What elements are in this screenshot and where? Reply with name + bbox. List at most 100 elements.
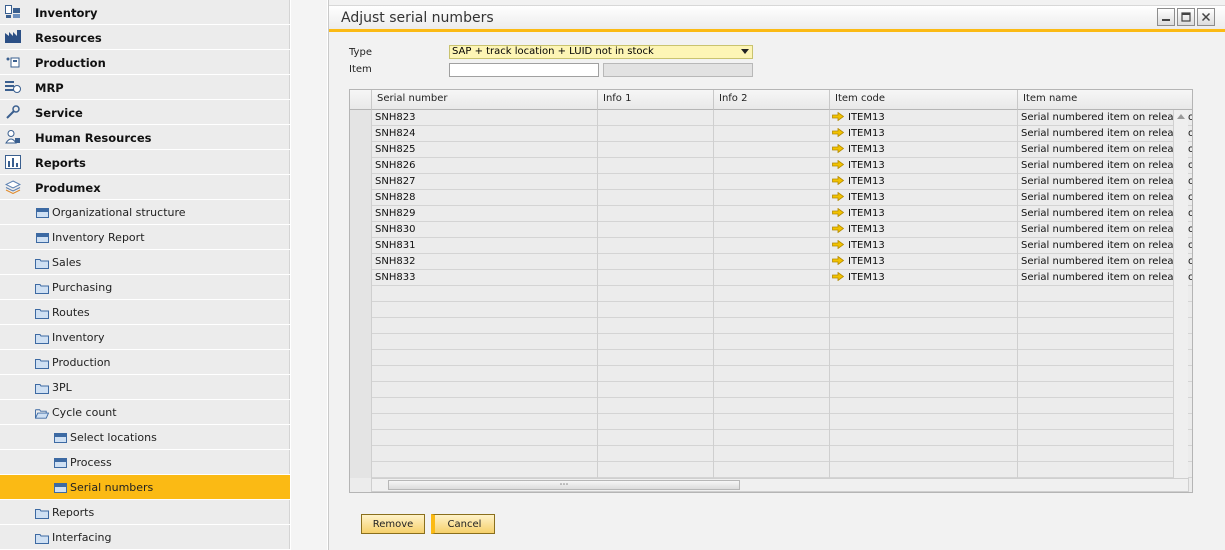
item-name-cell[interactable]: Serial numbered item on release only — [1018, 206, 1192, 222]
serial-number-cell[interactable]: SNH823 — [372, 110, 598, 126]
item-code-cell[interactable]: ITEM13 — [830, 270, 1018, 286]
table-row[interactable]: SNH830 ITEM13 Serial numbered item on rele… — [350, 222, 1192, 238]
table-row[interactable] — [350, 286, 1192, 302]
link-arrow-icon[interactable] — [832, 224, 844, 233]
sidebar-item-production[interactable]: Production — [0, 50, 290, 75]
serial-number-cell[interactable]: SNH830 — [372, 222, 598, 238]
serial-number-cell[interactable]: SNH824 — [372, 126, 598, 142]
item-name-cell[interactable] — [1018, 446, 1192, 462]
info-2-cell[interactable] — [714, 222, 830, 238]
link-arrow-icon[interactable] — [832, 208, 844, 217]
item-code-cell[interactable]: ITEM13 — [830, 206, 1018, 222]
item-code-cell[interactable]: ITEM13 — [830, 254, 1018, 270]
row-header[interactable] — [350, 222, 372, 238]
row-header[interactable] — [350, 190, 372, 206]
row-header[interactable] — [350, 398, 372, 414]
table-row[interactable]: SNH833 ITEM13 Serial numbered item on rele… — [350, 270, 1192, 286]
sidebar-item-serial-numbers[interactable]: Serial numbers — [0, 475, 290, 500]
serial-number-cell[interactable] — [372, 430, 598, 446]
sidebar-item-cycle-count[interactable]: Cycle count — [0, 400, 290, 425]
row-header[interactable] — [350, 254, 372, 270]
link-arrow-icon[interactable] — [832, 160, 844, 169]
item-name-cell[interactable] — [1018, 398, 1192, 414]
item-name-cell[interactable]: Serial numbered item on release only — [1018, 222, 1192, 238]
item-code-cell[interactable]: ITEM13 — [830, 190, 1018, 206]
row-header[interactable] — [350, 126, 372, 142]
info-2-cell[interactable] — [714, 382, 830, 398]
serial-number-cell[interactable] — [372, 318, 598, 334]
info-1-cell[interactable] — [598, 222, 714, 238]
serial-number-cell[interactable] — [372, 446, 598, 462]
link-arrow-icon[interactable] — [832, 128, 844, 137]
info-2-cell[interactable] — [714, 158, 830, 174]
link-arrow-icon[interactable] — [832, 176, 844, 185]
item-name-cell[interactable] — [1018, 414, 1192, 430]
vertical-scrollbar[interactable] — [1173, 110, 1188, 492]
row-header[interactable] — [350, 414, 372, 430]
sidebar-item-resources[interactable]: Resources — [0, 25, 290, 50]
serial-number-cell[interactable] — [372, 286, 598, 302]
info-2-cell[interactable] — [714, 142, 830, 158]
remove-button[interactable]: Remove — [361, 514, 425, 534]
column-header-item-code[interactable]: Item code — [830, 90, 1018, 110]
table-row[interactable] — [350, 398, 1192, 414]
serial-number-cell[interactable] — [372, 334, 598, 350]
item-code-cell[interactable] — [830, 446, 1018, 462]
table-row[interactable] — [350, 318, 1192, 334]
table-row[interactable]: SNH827 ITEM13 Serial numbered item on rele… — [350, 174, 1192, 190]
horizontal-scroll-thumb[interactable] — [388, 480, 740, 490]
link-arrow-icon[interactable] — [832, 240, 844, 249]
info-1-cell[interactable] — [598, 318, 714, 334]
link-arrow-icon[interactable] — [832, 144, 844, 153]
item-code-cell[interactable] — [830, 462, 1018, 478]
info-1-cell[interactable] — [598, 174, 714, 190]
table-row[interactable] — [350, 302, 1192, 318]
item-code-cell[interactable]: ITEM13 — [830, 238, 1018, 254]
sidebar-item-sales[interactable]: Sales — [0, 250, 290, 275]
item-code-cell[interactable] — [830, 350, 1018, 366]
serial-number-cell[interactable]: SNH833 — [372, 270, 598, 286]
sidebar-item-inventory-report[interactable]: Inventory Report — [0, 225, 290, 250]
item-code-cell[interactable]: ITEM13 — [830, 126, 1018, 142]
item-name-cell[interactable]: Serial numbered item on release only — [1018, 126, 1192, 142]
item-name-cell[interactable] — [1018, 318, 1192, 334]
serial-number-cell[interactable]: SNH832 — [372, 254, 598, 270]
item-code-cell[interactable]: ITEM13 — [830, 110, 1018, 126]
info-1-cell[interactable] — [598, 382, 714, 398]
info-1-cell[interactable] — [598, 334, 714, 350]
info-2-cell[interactable] — [714, 350, 830, 366]
item-name-cell[interactable]: Serial numbered item on release only — [1018, 158, 1192, 174]
serial-number-cell[interactable] — [372, 414, 598, 430]
table-row[interactable] — [350, 462, 1192, 478]
item-name-cell[interactable] — [1018, 366, 1192, 382]
item-name-cell[interactable] — [1018, 462, 1192, 478]
table-row[interactable]: SNH823 ITEM13 Serial numbered item on rele… — [350, 110, 1192, 126]
info-1-cell[interactable] — [598, 398, 714, 414]
info-2-cell[interactable] — [714, 318, 830, 334]
item-name-cell[interactable] — [1018, 302, 1192, 318]
sidebar-item-routes[interactable]: Routes — [0, 300, 290, 325]
column-header-item-name[interactable]: Item name — [1018, 90, 1192, 110]
minimize-icon[interactable] — [1157, 8, 1175, 26]
row-header[interactable] — [350, 334, 372, 350]
sidebar-item-human-resources[interactable]: Human Resources — [0, 125, 290, 150]
serial-number-cell[interactable]: SNH831 — [372, 238, 598, 254]
link-arrow-icon[interactable] — [832, 256, 844, 265]
item-name-cell[interactable] — [1018, 382, 1192, 398]
sidebar-item-mrp[interactable]: MRP — [0, 75, 290, 100]
info-2-cell[interactable] — [714, 446, 830, 462]
info-1-cell[interactable] — [598, 350, 714, 366]
sidebar-item-production-sub[interactable]: Production — [0, 350, 290, 375]
serial-number-cell[interactable] — [372, 302, 598, 318]
info-1-cell[interactable] — [598, 126, 714, 142]
sidebar-item-inventory[interactable]: Inventory — [0, 0, 290, 25]
info-2-cell[interactable] — [714, 398, 830, 414]
info-1-cell[interactable] — [598, 142, 714, 158]
row-header[interactable] — [350, 382, 372, 398]
row-header[interactable] — [350, 430, 372, 446]
info-1-cell[interactable] — [598, 158, 714, 174]
row-header[interactable] — [350, 446, 372, 462]
sidebar-item-purchasing[interactable]: Purchasing — [0, 275, 290, 300]
item-code-cell[interactable] — [830, 318, 1018, 334]
info-1-cell[interactable] — [598, 462, 714, 478]
